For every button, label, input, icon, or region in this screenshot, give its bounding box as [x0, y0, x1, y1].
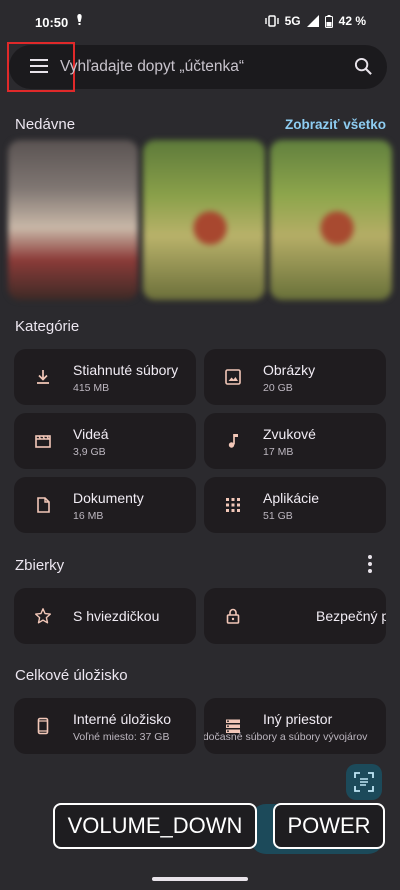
categories-title: Kategórie [15, 318, 80, 335]
category-label: Dokumenty [73, 490, 144, 506]
volume-down-key[interactable]: VOLUME_DOWN [53, 803, 257, 849]
image-icon [225, 369, 241, 385]
category-videos[interactable]: Videá 3,9 GB [14, 413, 196, 469]
battery-icon [324, 14, 333, 28]
category-label: Videá [73, 426, 109, 442]
document-icon [37, 497, 50, 513]
notification-icon [77, 14, 82, 25]
category-size: 51 GB [263, 510, 293, 522]
category-size: 17 MB [263, 446, 294, 458]
storage-other[interactable]: Iný priestor Systém, dočasné súbory a sú… [204, 698, 386, 754]
battery-label: 42 % [338, 14, 366, 28]
status-time: 10:50 [35, 15, 69, 30]
storage-title: Celkové úložisko [15, 667, 128, 684]
category-label: Stiahnuté súbory [73, 362, 179, 378]
vibrate-icon [264, 15, 279, 27]
storage-sub: Voľné miesto: 37 GB [73, 731, 170, 743]
network-label: 5G [284, 14, 301, 28]
home-indicator[interactable] [152, 877, 248, 881]
power-key[interactable]: POWER [273, 803, 385, 849]
status-right: 5G 42 % [264, 14, 366, 28]
star-icon [35, 608, 51, 624]
apps-grid-icon [226, 498, 240, 512]
recent-thumbnail[interactable] [143, 140, 265, 300]
collection-starred[interactable]: S hviezdičkou [14, 588, 196, 644]
status-bar: 10:50 5G 42 % [0, 0, 400, 42]
storage-label: Interné úložisko [73, 711, 172, 727]
search-bar[interactable]: Vyhľadajte dopyt „účtenka“ [7, 42, 387, 92]
category-size: 20 GB [263, 382, 293, 394]
phone-icon [37, 717, 49, 735]
collection-label: S hviezdičkou [73, 608, 160, 624]
search-icon[interactable] [354, 57, 373, 76]
category-label: Zvukové [263, 426, 316, 442]
category-label: Aplikácie [263, 490, 320, 506]
scan-button[interactable] [346, 764, 382, 800]
collection-safe-folder[interactable]: Bezpečný priečinok [204, 588, 386, 644]
recent-thumbnail[interactable] [270, 140, 392, 300]
more-options-icon[interactable] [368, 555, 372, 573]
category-size: 3,9 GB [73, 446, 106, 458]
category-documents[interactable]: Dokumenty 16 MB [14, 477, 196, 533]
storage-internal[interactable]: Interné úložisko Voľné miesto: 37 GB [14, 698, 196, 754]
music-note-icon [228, 434, 238, 448]
hamburger-menu-icon [30, 59, 48, 73]
collections-title: Zbierky [15, 557, 65, 574]
recent-thumbnail[interactable] [8, 140, 138, 300]
recent-title: Nedávne [15, 116, 76, 133]
video-icon [35, 435, 51, 448]
category-label: Obrázky [263, 362, 316, 378]
download-icon [37, 370, 49, 384]
lock-icon [226, 608, 240, 624]
category-downloads[interactable]: Stiahnuté súbory 415 MB [14, 349, 196, 405]
collection-label: Bezpečný priečinok [316, 608, 386, 624]
category-audio[interactable]: Zvukové 17 MB [204, 413, 386, 469]
storage-sub: Systém, dočasné súbory a súbory vývojáro… [204, 731, 368, 743]
see-all-link[interactable]: Zobraziť všetko [285, 117, 386, 132]
category-size: 16 MB [73, 510, 104, 522]
search-input[interactable]: Vyhľadajte dopyt „účtenka“ [60, 58, 244, 76]
category-apps[interactable]: Aplikácie 51 GB [204, 477, 386, 533]
signal-icon [306, 15, 319, 27]
storage-label: Iný priestor [263, 711, 333, 727]
category-images[interactable]: Obrázky 20 GB [204, 349, 386, 405]
category-size: 415 MB [73, 382, 110, 394]
scan-icon [354, 772, 374, 792]
